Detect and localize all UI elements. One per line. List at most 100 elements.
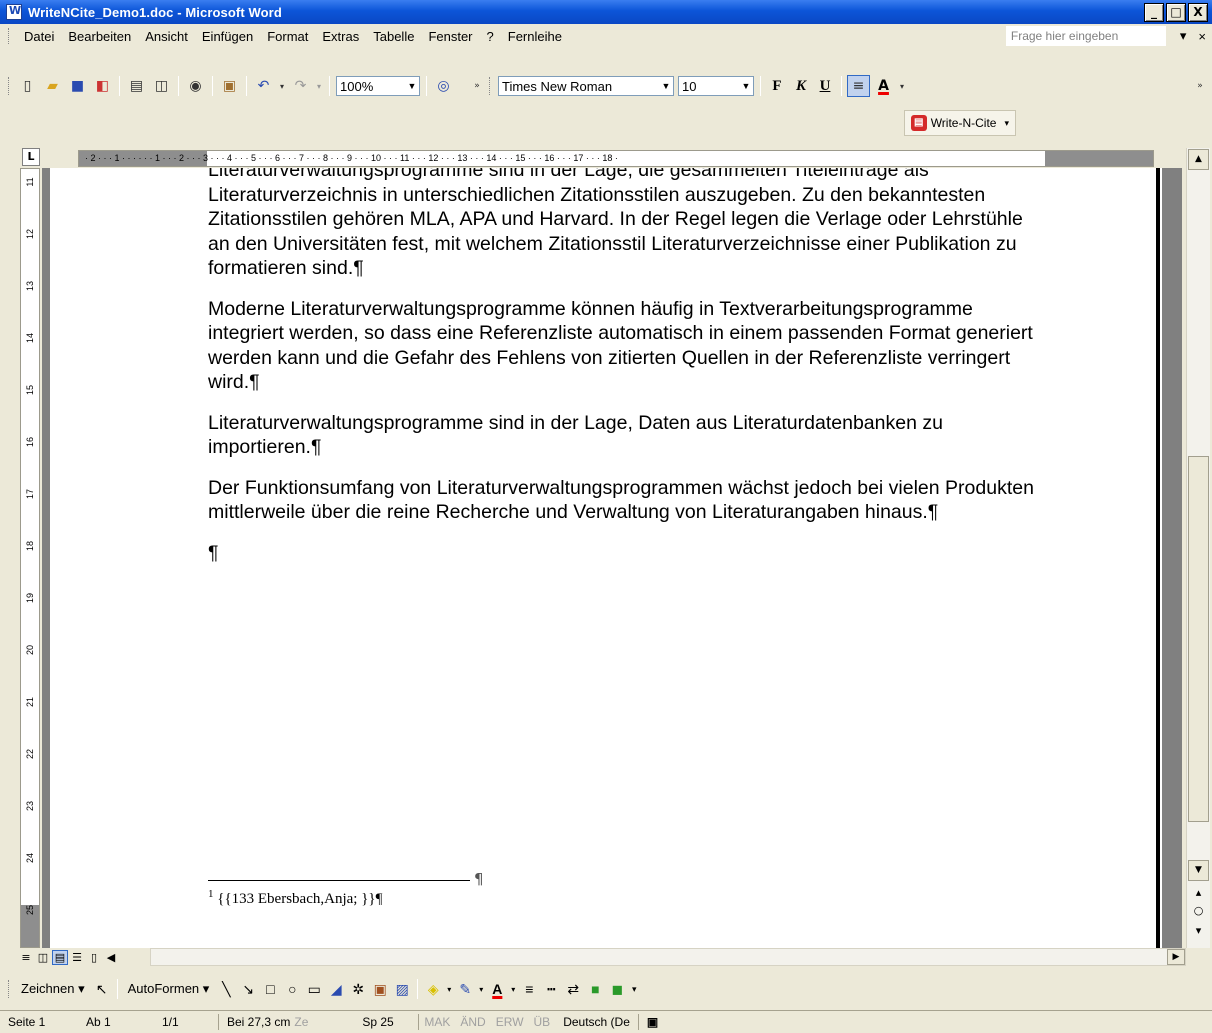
select-objects-icon[interactable]: ↖ <box>91 981 113 998</box>
horizontal-ruler[interactable]: · 2 · · · 1 · · · · · · 1 · · · 2 · · · … <box>78 150 1154 167</box>
help-search-input[interactable]: Frage hier eingeben <box>1005 26 1166 46</box>
writencite-options-icon[interactable]: ▾ <box>1004 118 1009 129</box>
underline-button[interactable]: U <box>813 78 837 95</box>
font-color-icon[interactable]: A <box>486 981 508 997</box>
new-document-icon[interactable]: ▯ <box>16 75 39 97</box>
status-track-changes[interactable]: ÄND <box>455 1015 490 1029</box>
toolbar-grip[interactable] <box>8 77 11 95</box>
outline-view-icon[interactable]: ☰ <box>69 951 85 964</box>
picture-icon[interactable]: ▨ <box>391 981 413 998</box>
line-color-icon[interactable]: ✎ <box>454 981 476 998</box>
zoom-select[interactable]: 100% ▼ <box>336 76 420 96</box>
previous-page-icon[interactable]: ▴ <box>1188 886 1209 899</box>
menu-bearbeiten[interactable]: Bearbeiten <box>61 27 138 46</box>
next-page-icon[interactable]: ▾ <box>1188 924 1209 937</box>
menu-einfuegen[interactable]: Einfügen <box>195 27 260 46</box>
spelling-status-icon[interactable]: ▣ <box>639 1015 666 1029</box>
menu-ansicht[interactable]: Ansicht <box>138 27 195 46</box>
save-icon[interactable]: ■ <box>66 75 89 97</box>
fill-color-dropdown-icon[interactable]: ▾ <box>444 985 454 994</box>
3d-style-icon[interactable]: ◼ <box>606 981 628 998</box>
mdi-dropdown-icon[interactable]: ▾ <box>1174 28 1193 44</box>
footnote-text[interactable]: {{133 Ebersbach,Anja; }}¶ <box>214 891 382 907</box>
redo-dropdown-icon[interactable]: ▾ <box>314 75 324 97</box>
research-icon[interactable]: ◉ <box>184 75 207 97</box>
toolbar-options-icon[interactable]: ▾ <box>628 984 640 995</box>
scroll-right-icon[interactable]: ▶ <box>1167 949 1185 965</box>
italic-button[interactable]: K <box>789 78 813 95</box>
menu-extras[interactable]: Extras <box>315 27 366 46</box>
paste-icon[interactable]: ▣ <box>218 75 241 97</box>
close-button[interactable]: X <box>1188 2 1208 22</box>
status-macro-recorder[interactable]: MAK <box>419 1015 455 1029</box>
undo-dropdown-icon[interactable]: ▾ <box>277 75 287 97</box>
textbox-icon[interactable]: ▭ <box>303 981 325 998</box>
draw-menu-button[interactable]: Zeichnen ▾ <box>15 981 91 997</box>
toolbar-overflow-icon[interactable]: » <box>1194 75 1206 97</box>
font-size-select[interactable]: 10 ▼ <box>678 76 754 96</box>
print-icon[interactable]: ▤ <box>125 75 148 97</box>
print-layout-icon[interactable]: ▤ <box>52 949 68 965</box>
reading-view-icon[interactable]: ▯ <box>86 951 102 964</box>
scroll-left-icon[interactable]: ◀ <box>103 951 119 964</box>
web-view-icon[interactable]: ◫ <box>35 951 51 964</box>
writencite-button[interactable]: Write-N-Cite <box>931 116 997 130</box>
document-close-icon[interactable]: × <box>1192 29 1212 44</box>
drawing-toolbar-grip[interactable] <box>8 980 11 998</box>
menu-format[interactable]: Format <box>260 27 315 46</box>
footnote[interactable]: 1 {{133 Ebersbach,Anja; }}¶ <box>208 888 382 908</box>
menu-grip[interactable] <box>8 28 11 44</box>
word-app-icon[interactable] <box>6 4 22 20</box>
paragraph[interactable]: ¶ <box>208 541 1048 566</box>
minimize-button[interactable]: _ <box>1144 2 1164 22</box>
document-page[interactable]: Literaturverwaltungsprogramme sind in de… <box>50 168 1162 948</box>
menu-fenster[interactable]: Fenster <box>421 27 479 46</box>
undo-icon[interactable]: ↶ <box>252 75 275 97</box>
scroll-up-icon[interactable]: ▲ <box>1188 149 1209 170</box>
arrow-style-icon[interactable]: ⇄ <box>562 981 584 998</box>
dash-style-icon[interactable]: ┅ <box>540 981 562 998</box>
line-icon[interactable]: ╲ <box>215 981 237 998</box>
paragraph[interactable]: Literaturverwaltungsprogramme sind in de… <box>208 411 1048 460</box>
paragraph[interactable]: Moderne Literaturverwaltungsprogramme kö… <box>208 297 1048 395</box>
menu-datei[interactable]: Datei <box>17 27 61 46</box>
fill-color-icon[interactable]: ◈ <box>422 981 444 998</box>
bold-button[interactable]: F <box>765 78 789 95</box>
normal-view-icon[interactable]: ≡ <box>18 951 34 964</box>
document-body[interactable]: Literaturverwaltungsprogramme sind in de… <box>208 168 1048 581</box>
format-toolbar-grip[interactable] <box>489 77 492 95</box>
autoshapes-menu-button[interactable]: AutoFormen ▾ <box>122 981 216 997</box>
menu-tabelle[interactable]: Tabelle <box>366 27 421 46</box>
scroll-thumb[interactable] <box>1188 456 1209 822</box>
font-color-dropdown-icon[interactable]: ▾ <box>508 985 518 994</box>
menu-fernleihe[interactable]: Fernleihe <box>501 27 569 46</box>
shadow-style-icon[interactable]: ■ <box>584 981 606 997</box>
rectangle-icon[interactable]: □ <box>259 981 281 997</box>
line-style-icon[interactable]: ≡ <box>518 981 540 997</box>
permission-icon[interactable]: ◧ <box>91 75 114 97</box>
menu-help[interactable]: ? <box>480 27 501 46</box>
document-area[interactable]: Literaturverwaltungsprogramme sind in de… <box>42 168 1182 948</box>
status-language[interactable]: Deutsch (De <box>555 1015 638 1029</box>
align-left-icon[interactable]: ≡ <box>847 75 870 97</box>
status-extend[interactable]: ERW <box>491 1015 529 1029</box>
vertical-ruler[interactable]: 11 12 13 14 15 16 17 18 19 20 21 22 23 2… <box>20 168 40 948</box>
font-color-icon[interactable]: A <box>872 75 895 97</box>
oval-icon[interactable]: ○ <box>281 981 303 997</box>
wordart-icon[interactable]: ◢ <box>325 981 347 998</box>
tab-selector[interactable]: L <box>22 148 40 166</box>
maximize-button[interactable]: □ <box>1166 2 1186 22</box>
font-name-select[interactable]: Times New Roman ▼ <box>498 76 674 96</box>
redo-icon[interactable]: ↷ <box>289 75 312 97</box>
status-overtype[interactable]: ÜB <box>529 1015 556 1029</box>
font-color-dropdown-icon[interactable]: ▾ <box>897 75 907 97</box>
help-icon[interactable]: ◎ <box>432 75 455 97</box>
line-color-dropdown-icon[interactable]: ▾ <box>476 985 486 994</box>
toolbar-options-icon[interactable]: » <box>470 75 484 97</box>
browse-object-icon[interactable]: ○ <box>1188 904 1209 917</box>
paragraph[interactable]: Literaturverwaltungsprogramme sind in de… <box>208 168 1048 281</box>
clipart-icon[interactable]: ▣ <box>369 981 391 998</box>
arrow-icon[interactable]: ↘ <box>237 981 259 998</box>
diagram-icon[interactable]: ✲ <box>347 981 369 998</box>
scroll-down-icon[interactable]: ▼ <box>1188 860 1209 881</box>
